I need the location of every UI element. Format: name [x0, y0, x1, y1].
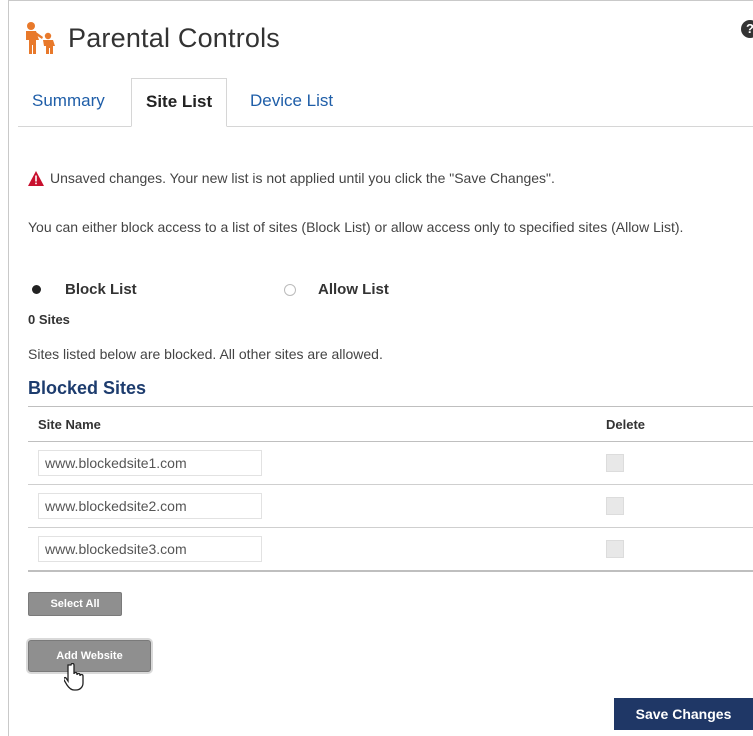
- tab-bar: Summary Site List Device List: [18, 78, 753, 127]
- site-name-input[interactable]: [38, 450, 262, 476]
- radio-button-unchecked[interactable]: [284, 283, 296, 296]
- page-header: Parental Controls: [22, 18, 280, 58]
- block-list-note: Sites listed below are blocked. All othe…: [28, 346, 383, 362]
- help-icon[interactable]: ?: [741, 20, 753, 38]
- tab-summary[interactable]: Summary: [18, 78, 119, 126]
- list-mode-description: You can either block access to a list of…: [28, 219, 684, 235]
- table-row: [28, 442, 753, 485]
- block-list-radio[interactable]: Block List: [31, 281, 137, 298]
- sites-count: 0 Sites: [28, 312, 70, 327]
- delete-checkbox[interactable]: [606, 540, 624, 558]
- radio-button-checked[interactable]: [31, 284, 43, 296]
- select-all-button[interactable]: Select All: [28, 592, 122, 616]
- site-name-input[interactable]: [38, 536, 262, 562]
- table-header: Site Name Delete: [28, 407, 753, 442]
- tab-site-list[interactable]: Site List: [131, 78, 228, 127]
- table-row: [28, 485, 753, 528]
- add-website-button[interactable]: Add Website: [28, 640, 151, 672]
- blocked-sites-table: Site Name Delete: [28, 406, 753, 572]
- warning-icon: [28, 170, 44, 186]
- unsaved-warning: Unsaved changes. Your new list is not ap…: [28, 170, 555, 186]
- allow-list-label: Allow List: [318, 281, 389, 298]
- delete-checkbox[interactable]: [606, 497, 624, 515]
- save-changes-button[interactable]: Save Changes: [614, 698, 753, 730]
- table-row: [28, 528, 753, 572]
- hand-pointer-icon: [64, 663, 84, 691]
- allow-list-radio[interactable]: Allow List: [284, 281, 389, 298]
- blocked-sites-heading: Blocked Sites: [28, 378, 147, 398]
- column-delete: Delete: [606, 417, 646, 432]
- column-site-name: Site Name: [38, 417, 101, 432]
- block-list-label: Block List: [65, 281, 137, 298]
- warning-text: Unsaved changes. Your new list is not ap…: [50, 170, 555, 186]
- site-name-input[interactable]: [38, 493, 262, 519]
- family-icon: [26, 22, 55, 54]
- page-title: Parental Controls: [68, 22, 281, 53]
- delete-checkbox[interactable]: [606, 454, 624, 472]
- tab-device-list[interactable]: Device List: [236, 78, 347, 126]
